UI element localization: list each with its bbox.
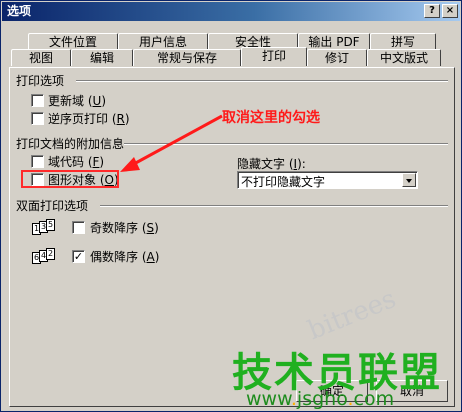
annotation-arrow-icon bbox=[120, 114, 223, 172]
